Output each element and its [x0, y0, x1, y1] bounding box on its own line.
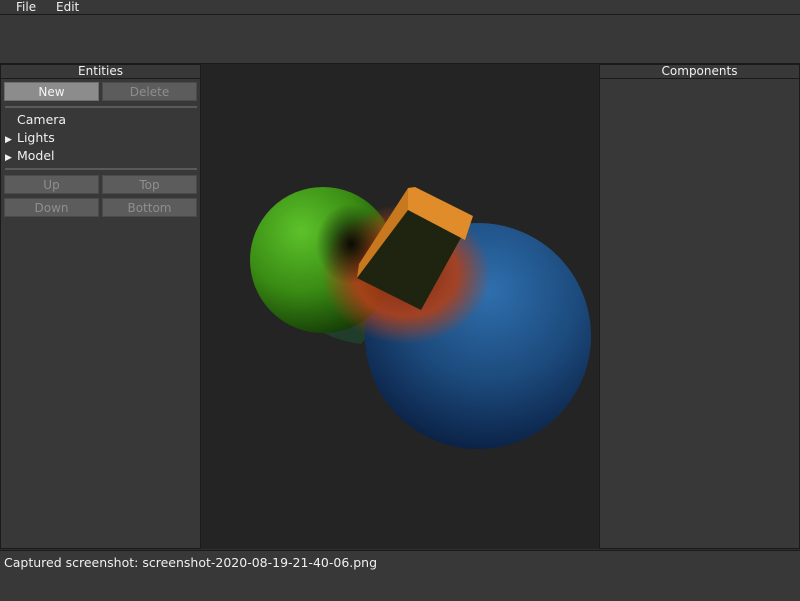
components-panel-title: Components	[600, 65, 799, 79]
tree-item-label: Model	[17, 148, 55, 163]
tree-item-label: Lights	[17, 130, 55, 145]
separator	[5, 106, 197, 108]
delete-entity-button[interactable]: Delete	[102, 82, 197, 101]
move-up-button[interactable]: Up	[4, 175, 99, 194]
status-message: Captured screenshot: screenshot-2020-08-…	[4, 555, 378, 570]
move-down-button[interactable]: Down	[4, 198, 99, 217]
status-bar: Captured screenshot: screenshot-2020-08-…	[0, 550, 800, 601]
separator	[5, 168, 197, 170]
new-entity-button[interactable]: New	[4, 82, 99, 101]
tree-item-camera[interactable]: Camera	[5, 111, 66, 129]
entities-panel: Entities New Delete Camera ▶ Lights ▶ Mode…	[0, 64, 201, 549]
menu-bar: File Edit	[0, 0, 800, 15]
tree-item-label: Camera	[17, 112, 67, 127]
menu-file[interactable]: File	[16, 0, 36, 14]
tree-item-lights[interactable]: ▶ Lights	[5, 129, 55, 147]
move-bottom-button[interactable]: Bottom	[102, 198, 197, 217]
menu-edit[interactable]: Edit	[56, 0, 79, 14]
toolbar	[0, 15, 800, 64]
components-panel: Components	[599, 64, 800, 549]
tree-item-model[interactable]: ▶ Model	[5, 147, 55, 165]
expand-arrow-icon[interactable]: ▶	[5, 149, 17, 167]
move-top-button[interactable]: Top	[102, 175, 197, 194]
entities-panel-title: Entities	[1, 65, 200, 79]
scene-render	[250, 187, 591, 449]
3d-viewport[interactable]	[201, 64, 599, 549]
